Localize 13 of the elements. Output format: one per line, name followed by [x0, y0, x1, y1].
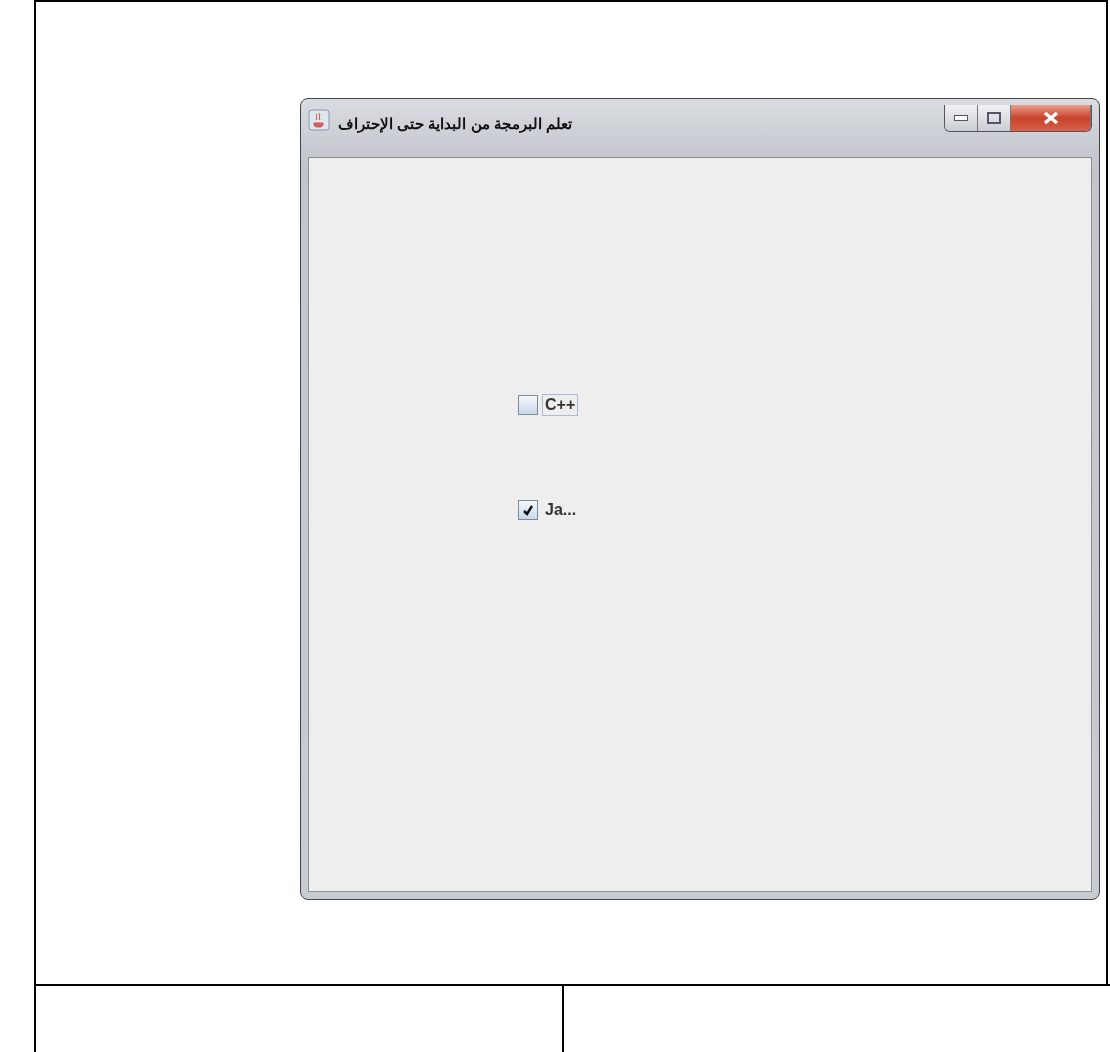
checkbox[interactable] [518, 500, 538, 520]
minimize-button[interactable] [945, 105, 978, 131]
close-button[interactable] [1011, 105, 1091, 131]
maximize-icon [987, 112, 1001, 124]
minimize-icon [954, 115, 968, 121]
checkbox[interactable] [518, 395, 538, 415]
checkbox-label[interactable]: Ja... [542, 499, 580, 521]
close-icon [1042, 111, 1059, 125]
java-cup-icon [308, 109, 330, 131]
checkbox-label[interactable]: C++ [542, 394, 579, 416]
window-title: تعلم البرمجة من البداية حتى الإحتراف [338, 115, 572, 133]
maximize-button[interactable] [978, 105, 1011, 131]
check-icon [522, 504, 534, 516]
